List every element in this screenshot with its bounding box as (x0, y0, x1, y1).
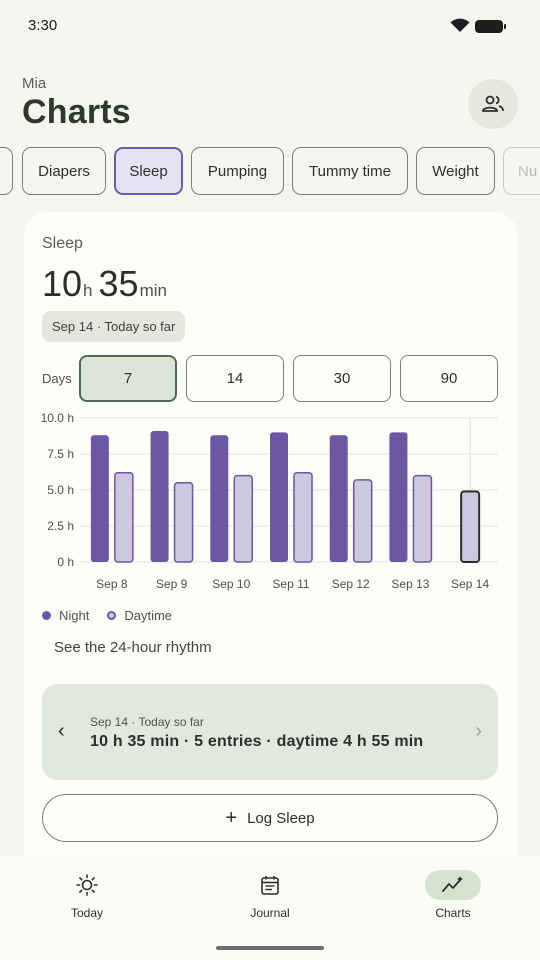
journal-icon (261, 876, 279, 895)
minutes-unit: min (139, 281, 167, 300)
nav-charts-label: Charts (435, 906, 471, 920)
night-bar (150, 430, 169, 562)
y-tick-label: 0 h (57, 555, 74, 569)
x-tick-label: Sep 9 (156, 577, 188, 591)
chip-tummy-time[interactable]: Tummy time (292, 147, 408, 195)
chip-diapers[interactable]: Diapers (22, 147, 106, 195)
legend-night-label: Night (59, 608, 90, 623)
summary-date: Sep 14 · Today so far (90, 715, 204, 729)
chart-icon (442, 876, 463, 892)
status-time: 3:30 (28, 17, 58, 34)
x-tick-label: Sep 10 (212, 577, 250, 591)
wifi-icon (450, 18, 470, 32)
range-90-button[interactable]: 90 (400, 355, 498, 402)
nav-today-label: Today (70, 906, 104, 920)
child-name: Mia (22, 75, 47, 92)
log-sleep-label: Log Sleep (247, 809, 315, 827)
nav-journal-label: Journal (250, 906, 290, 920)
status-bar: 3:30 (0, 0, 540, 52)
daytime-bar (352, 479, 373, 563)
nav-charts-icon-wrap (425, 870, 481, 900)
x-tick-label: Sep 13 (391, 577, 429, 591)
card-title: Sleep (42, 235, 83, 252)
chart-legend: Night Daytime (42, 608, 190, 623)
daytime-bar (173, 482, 194, 563)
chip-sleep[interactable]: Sleep (114, 147, 183, 195)
rhythm-link[interactable]: See the 24-hour rhythm (54, 639, 212, 656)
daytime-bar (293, 471, 313, 563)
legend-night: Night (42, 608, 89, 623)
profile-button[interactable] (468, 79, 518, 129)
page-title: Charts (22, 93, 131, 131)
x-tick-label: Sep 14 (451, 577, 489, 591)
chip-partial-right[interactable]: Nu (503, 147, 540, 195)
night-bar (389, 432, 408, 562)
chip-partial-left[interactable] (0, 147, 13, 195)
night-bar (270, 432, 288, 562)
category-chip-row: Diapers Sleep Pumping Tummy time Weight … (0, 147, 540, 197)
day-summary-card[interactable]: ‹ Sep 14 · Today so far 10 h 35 min · 5 … (42, 684, 498, 780)
legend-night-swatch (42, 611, 51, 620)
legend-daytime: Daytime (107, 608, 172, 623)
nav-journal-icon-wrap (242, 870, 298, 900)
range-14-button[interactable]: 14 (186, 355, 284, 402)
sleep-chart-card: Sleep 10h 35min Sep 14 · Today so far Day… (24, 212, 518, 872)
nav-today-icon-wrap (59, 870, 115, 900)
nav-journal[interactable]: Journal (210, 870, 330, 920)
plus-icon: + (225, 806, 238, 829)
chevron-left-icon[interactable]: ‹ (58, 720, 65, 743)
battery-icon (475, 20, 506, 33)
sun-icon (76, 874, 98, 896)
x-tick-label: Sep 11 (272, 577, 309, 591)
log-sleep-button[interactable]: + Log Sleep (42, 794, 498, 842)
total-minutes: 35 (98, 263, 139, 304)
range-7-button[interactable]: 7 (79, 355, 177, 402)
daytime-bar (114, 471, 134, 563)
people-icon (482, 95, 504, 112)
hours-unit: h (83, 281, 93, 300)
night-bar (90, 435, 109, 562)
night-bar (329, 435, 348, 562)
nav-charts[interactable]: Charts (393, 870, 513, 920)
nav-today[interactable]: Today (27, 870, 147, 920)
chip-pumping[interactable]: Pumping (191, 147, 284, 195)
chevron-right-icon[interactable]: › (475, 720, 482, 743)
night-bar (210, 435, 229, 562)
summary-text: 10 h 35 min · 5 entries · daytime 4 h 55… (90, 733, 424, 750)
home-indicator (216, 946, 324, 950)
sleep-total: 10h 35min (42, 263, 173, 305)
y-tick-label: 10.0 h (41, 411, 74, 425)
date-pill: Sep 14 · Today so far (42, 311, 186, 342)
sleep-bar-chart: 10.0 h 7.5 h 5.0 h 2.5 h 0 h Sep 8 Sep 9 Sep 10… (41, 411, 498, 591)
y-tick-label: 7.5 h (47, 447, 74, 461)
bottom-navigation: Today Journal Charts (0, 856, 540, 960)
daytime-bar (233, 474, 254, 563)
x-tick-label: Sep 12 (332, 577, 370, 591)
legend-daytime-swatch (107, 611, 117, 620)
total-hours: 10 (42, 263, 83, 304)
x-tick-label: Sep 8 (96, 577, 128, 591)
y-tick-label: 5.0 h (47, 483, 74, 497)
legend-daytime-label: Daytime (124, 608, 173, 623)
days-label: Days (42, 371, 72, 386)
y-tick-label: 2.5 h (47, 519, 74, 533)
daytime-bar (412, 474, 433, 563)
range-30-button[interactable]: 30 (293, 355, 391, 402)
daytime-bar (460, 490, 481, 563)
chip-weight[interactable]: Weight (416, 147, 495, 195)
